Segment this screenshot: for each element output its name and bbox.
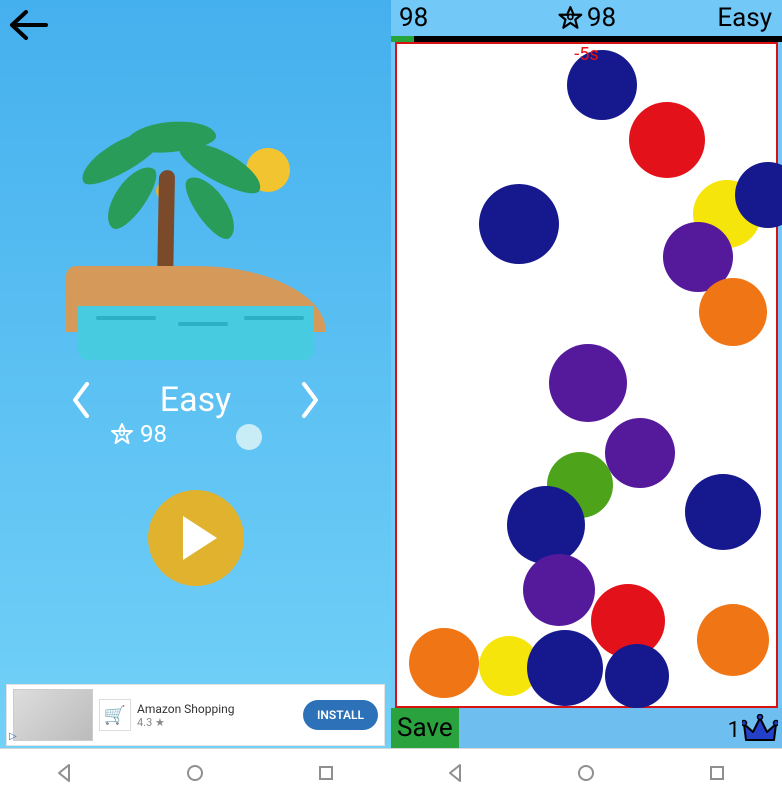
crown-count: 1	[728, 718, 740, 743]
game-ball[interactable]	[605, 644, 669, 708]
android-navbar	[0, 748, 391, 796]
nav-recent-button[interactable]	[705, 761, 729, 785]
bottom-bar: Save 1	[391, 708, 782, 748]
play-button[interactable]	[148, 490, 244, 586]
game-ball[interactable]	[409, 628, 479, 698]
save-button[interactable]: Save	[391, 708, 459, 748]
ad-rating: 4.3 ★	[137, 716, 297, 729]
hud-score-center-value: 98	[587, 3, 616, 33]
star-icon	[557, 5, 583, 31]
nav-recent-button[interactable]	[314, 761, 338, 785]
chevron-left-icon	[70, 380, 92, 420]
back-arrow-icon	[8, 8, 48, 42]
ad-install-button[interactable]: INSTALL	[303, 700, 378, 730]
game-ball[interactable]	[523, 554, 595, 626]
nav-home-button[interactable]	[574, 761, 598, 785]
android-navbar	[391, 748, 782, 796]
wave-icon	[96, 316, 156, 320]
nav-back-button[interactable]	[444, 761, 468, 785]
difficulty-illustration	[66, 140, 326, 380]
ad-title: Amazon Shopping	[137, 702, 297, 716]
back-button[interactable]	[8, 8, 48, 46]
difficulty-label: Easy	[160, 380, 231, 420]
leaderboard-button[interactable]: 1	[728, 714, 778, 746]
ad-banner[interactable]: 🛒 Amazon Shopping 4.3 ★ INSTALL ▷	[6, 684, 385, 746]
ad-text: Amazon Shopping 4.3 ★	[137, 702, 297, 729]
game-ball[interactable]	[479, 184, 559, 264]
game-ball[interactable]	[629, 102, 705, 178]
play-icon	[183, 516, 217, 560]
playfield[interactable]	[395, 42, 778, 708]
star-icon	[110, 422, 134, 446]
high-score-value: 98	[140, 420, 167, 448]
game-ball[interactable]	[527, 630, 603, 706]
water-icon	[78, 306, 314, 360]
game-ball[interactable]	[549, 344, 627, 422]
game-ball[interactable]	[605, 418, 675, 488]
wave-icon	[178, 322, 228, 326]
adchoices-icon[interactable]: ▷	[9, 731, 21, 743]
difficulty-selector: Easy	[66, 378, 326, 422]
hud-score-center: 98	[557, 3, 616, 33]
gameplay-screen: 98 98 Easy -5s Save 1	[391, 0, 782, 796]
menu-screen: Easy 98 🛒 Amazon Shopping 4.3 ★ INSTALL …	[0, 0, 391, 796]
game-ball[interactable]	[699, 278, 767, 346]
crown-icon	[742, 714, 778, 746]
wave-icon	[244, 316, 304, 320]
next-difficulty-button[interactable]	[295, 378, 325, 422]
prev-difficulty-button[interactable]	[66, 378, 96, 422]
ad-thumbnail	[13, 689, 93, 741]
game-ball[interactable]	[685, 474, 761, 550]
time-penalty-label: -5s	[574, 44, 598, 65]
hud: 98 98 Easy	[391, 0, 782, 36]
ad-app-icon: 🛒	[99, 699, 131, 731]
page-indicator-dot	[236, 424, 262, 450]
game-ball[interactable]	[507, 486, 585, 564]
nav-back-button[interactable]	[53, 761, 77, 785]
chevron-right-icon	[299, 380, 321, 420]
hud-difficulty: Easy	[717, 3, 772, 33]
hud-score-left: 98	[399, 3, 428, 33]
game-ball[interactable]	[697, 604, 769, 676]
high-score: 98	[110, 420, 167, 448]
nav-home-button[interactable]	[183, 761, 207, 785]
